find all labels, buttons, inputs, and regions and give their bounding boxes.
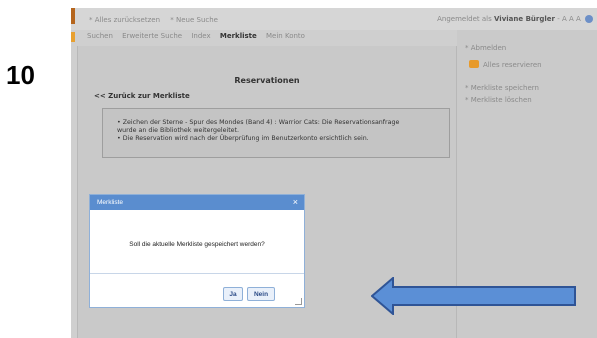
window-edge-accent [71, 8, 75, 24]
dialog-title: Merkliste [97, 199, 124, 206]
font-size-controls[interactable]: - A A A [557, 15, 581, 23]
reservation-message-box: • Zeichen der Sterne - Spur des Mondes (… [102, 108, 450, 158]
tab-suchen[interactable]: Suchen [87, 32, 113, 40]
dialog-message: Soll die aktuelle Merkliste gespeichert … [129, 241, 265, 248]
globe-icon[interactable] [585, 15, 593, 23]
user-name: Viviane Bürgler [494, 15, 555, 23]
top-bar: * Alles zurücksetzen * Neue Suche Angeme… [71, 8, 597, 30]
tab-mein-konto[interactable]: Mein Konto [266, 32, 305, 40]
tab-index[interactable]: Index [191, 32, 210, 40]
tab-bar: Suchen Erweiterte Suche Index Merkliste … [87, 32, 312, 40]
reset-all-link[interactable]: * Alles zurücksetzen [89, 16, 160, 24]
message-line: • Die Reservation wird nach der Überprüf… [117, 135, 369, 142]
arrow-shape [371, 277, 576, 315]
save-list-dialog: Merkliste × Soll die aktuelle Merkliste … [89, 194, 305, 308]
reserve-icon[interactable] [469, 60, 479, 68]
tab-merkliste[interactable]: Merkliste [220, 32, 257, 40]
message-line: wurde an die Bibliothek weitergeleitet. [117, 127, 240, 134]
pointer-arrow-icon [371, 277, 576, 315]
logged-in-prefix: Angemeldet als [437, 15, 492, 23]
dialog-divider [90, 273, 304, 274]
user-info: Angemeldet als Viviane Bürgler - A A A [437, 15, 593, 23]
reserve-all-link[interactable]: Alles reservieren [483, 61, 542, 69]
yes-button[interactable]: Ja [223, 287, 243, 301]
delete-list-link[interactable]: * Merkliste löschen [465, 96, 532, 104]
page-title: Reservationen [234, 76, 300, 85]
logout-link[interactable]: * Abmelden [465, 44, 506, 52]
tab-erweiterte-suche[interactable]: Erweiterte Suche [122, 32, 182, 40]
dialog-title-bar[interactable]: Merkliste × [90, 195, 304, 210]
step-number: 10 [6, 60, 35, 90]
save-list-link[interactable]: * Merkliste speichern [465, 84, 539, 92]
message-line: • Zeichen der Sterne - Spur des Mondes (… [117, 119, 400, 126]
back-to-list-link[interactable]: << Zurück zur Merkliste [94, 92, 190, 100]
resize-grip[interactable] [295, 298, 302, 305]
no-button[interactable]: Nein [247, 287, 275, 301]
new-search-link[interactable]: * Neue Suche [170, 16, 218, 24]
close-icon[interactable]: × [293, 197, 298, 207]
window-edge-accent [71, 32, 75, 42]
